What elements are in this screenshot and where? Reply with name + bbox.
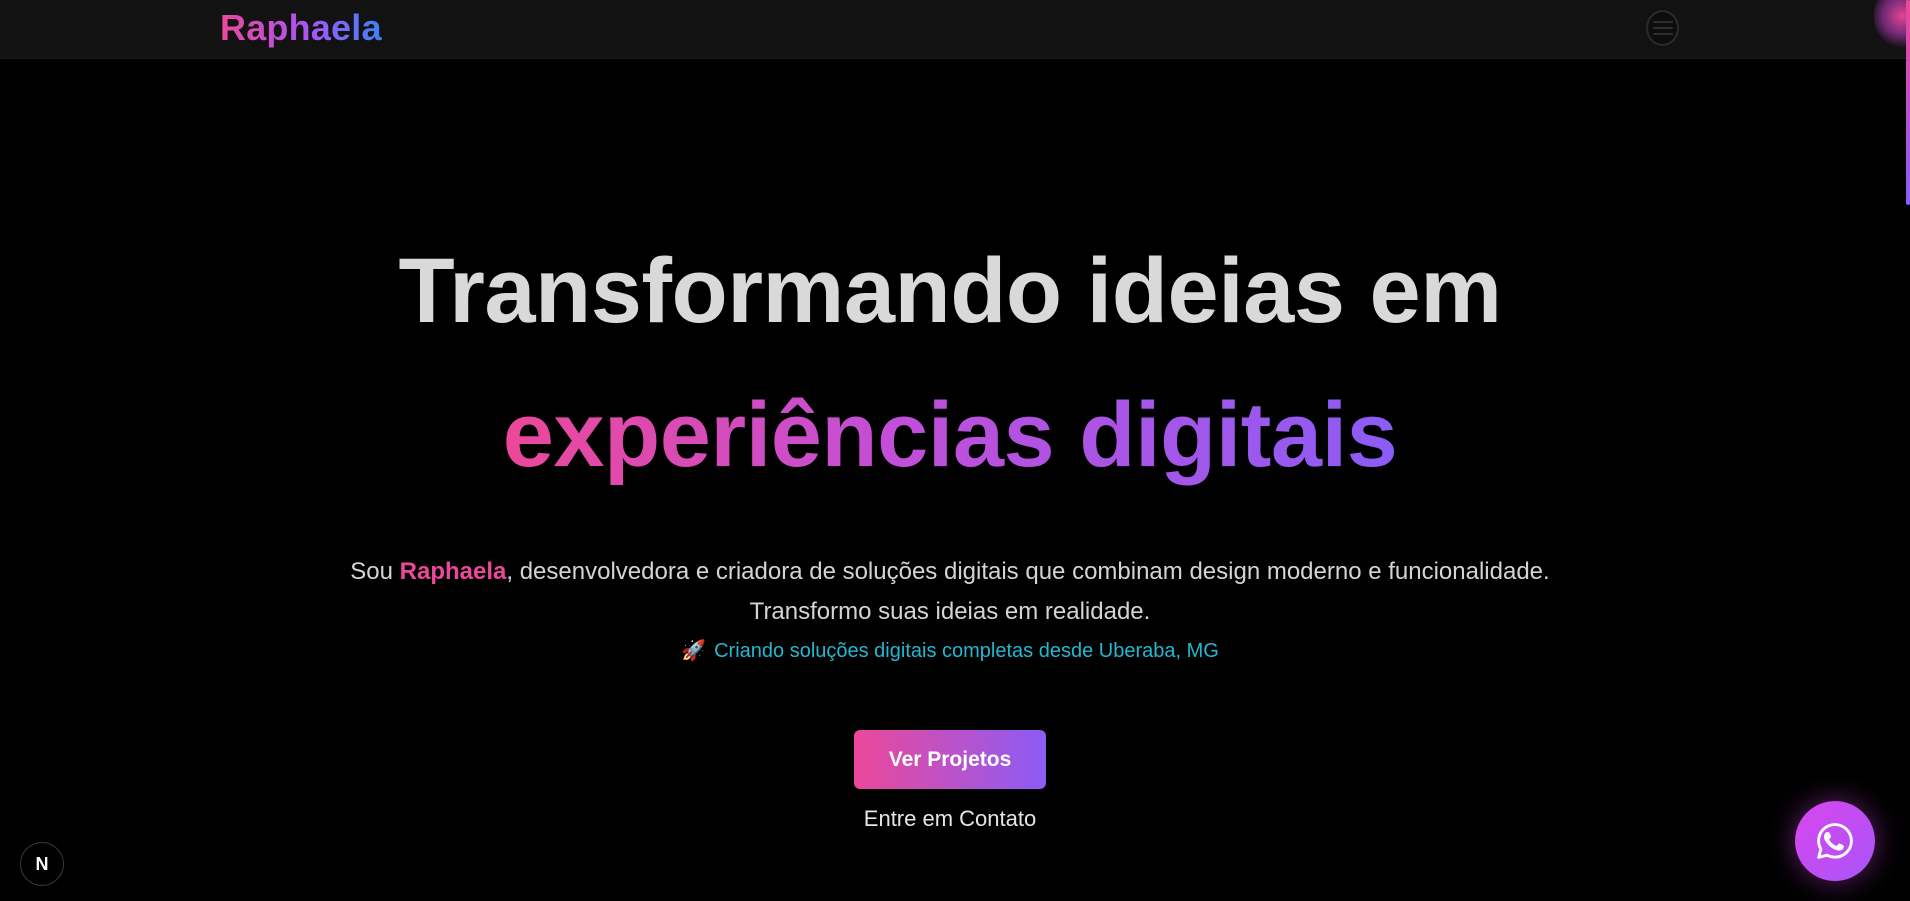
intro-line2: Transformo suas ideias em realidade. xyxy=(749,598,1151,625)
menu-button[interactable] xyxy=(1646,10,1679,46)
hamburger-menu-icon-bar xyxy=(1652,33,1673,35)
intro-suffix: , desenvolvedora e criadora de soluções … xyxy=(506,558,1550,585)
location-label: Criando soluções digitais completas desd… xyxy=(714,640,1219,662)
hero-title-line1: Transformando ideias em xyxy=(398,240,1502,342)
nextjs-icon: N xyxy=(35,853,49,874)
contact-link-label[interactable]: Entre em Contato xyxy=(864,806,1036,831)
page: Raphaela Transformando ideias em experiê… xyxy=(0,0,1910,901)
intro-name: Raphaela xyxy=(399,558,507,585)
hamburger-menu-icon-bar xyxy=(1652,27,1673,29)
hamburger-menu-icon xyxy=(1652,21,1673,23)
view-projects-button[interactable]: Ver Projetos xyxy=(854,730,1046,789)
intro-prefix: Sou xyxy=(350,558,400,585)
hero-title-highlight: experiências digitais xyxy=(502,384,1398,486)
contact-link: Entre em Contato xyxy=(0,804,1900,834)
whatsapp-icon xyxy=(1817,823,1853,859)
logo[interactable]: Raphaela xyxy=(220,6,382,50)
corner-glow xyxy=(1874,0,1910,48)
site-header: Raphaela xyxy=(0,0,1910,59)
scroll-progress-bar xyxy=(1906,0,1910,205)
whatsapp-button[interactable] xyxy=(1795,801,1875,881)
intro-text: Sou Raphaela, desenvolvedora e criadora … xyxy=(0,552,1900,632)
nextjs-badge[interactable]: N xyxy=(20,842,64,886)
hero-title-line2: experiências digitais xyxy=(0,380,1900,490)
location-text: 🚀 Criando soluções digitais completas des… xyxy=(0,637,1900,665)
rocket-icon: 🚀 xyxy=(681,640,707,662)
